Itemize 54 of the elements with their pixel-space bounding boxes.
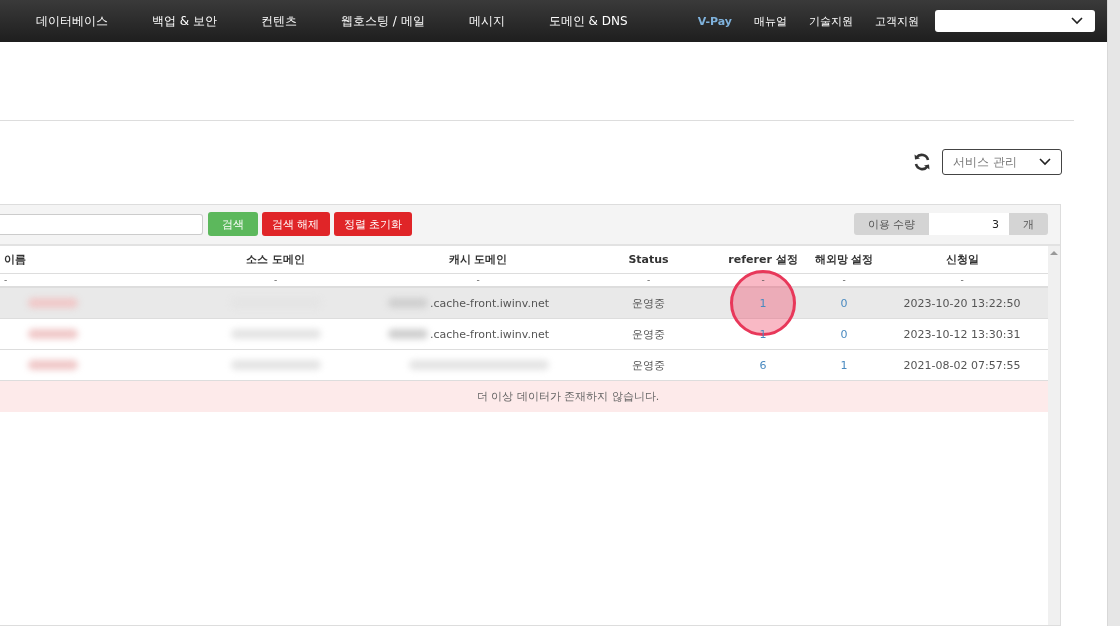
table-link[interactable]: 0 [840,327,848,341]
nav-menu-item[interactable]: 도메인 & DNS [548,12,628,30]
nav-menu-item[interactable]: 백업 & 보안 [152,12,217,30]
scrollbar[interactable] [1048,246,1060,625]
nav-link[interactable]: 기술지원 [809,13,853,29]
column-header[interactable]: 캐시 도메인 [373,252,583,267]
filter-cell-text: - [3,275,9,285]
toolbar-button[interactable]: 정렬 초기화 [333,212,412,236]
unit-label: 개 [1009,213,1048,235]
table-cell: .cache-front.iwinv.net [430,296,549,310]
filter-cell-text: - [475,275,481,285]
filter-cell-text: - [272,275,279,285]
blurred-text [388,329,428,339]
chevron-down-icon [1071,17,1083,25]
column-header[interactable]: referer 설정 [714,252,812,267]
column-header[interactable]: 소스 도메인 [178,252,373,267]
nav-link[interactable]: V-Pay [697,14,732,28]
service-dropdown[interactable]: 서비스 관리 [942,149,1062,175]
usage-count-field: 3 [929,213,1009,235]
column-header[interactable]: Status [583,253,714,266]
search-field[interactable] [0,213,203,235]
nav-menu-item[interactable]: 웹호스팅 / 메일 [341,12,425,30]
table-cell: 운영중 [632,326,665,342]
empty-message: 더 이상 데이터가 존재하지 않습니다. [476,389,660,404]
column-header[interactable]: 해외망 설정 [812,252,876,267]
filter-cell-text: - [760,275,766,285]
table-cell: 운영중 [632,357,665,373]
dropdown[interactable] [935,10,1095,32]
nav-menu-item[interactable]: 메시지 [468,12,505,30]
table-cell: .cache-front.iwinv.net [430,327,549,341]
table-cell: 2023-10-20 13:22:50 [903,296,1021,310]
filter-cell-text: - [841,275,847,285]
refresh-icon[interactable] [912,152,932,172]
filter-cell-text: - [959,275,965,285]
nav-menu-item[interactable]: 데이터베이스 [36,12,108,30]
usage-label: 이용 수량 [853,213,929,235]
blurred-text [28,298,78,308]
nav-menu-item[interactable]: 컨텐츠 [261,12,297,30]
column-header[interactable]: 이름 [0,252,178,267]
nav-link[interactable]: 고객지원 [875,13,919,29]
chevron-down-icon [1039,158,1051,166]
filter-cell-text: - [645,275,652,285]
table-cell: 2021-08-02 07:57:55 [903,358,1021,372]
scroll-up-icon[interactable] [1050,250,1058,256]
nav-link[interactable]: 매뉴얼 [754,13,787,29]
column-header[interactable]: 신청일 [876,252,1048,267]
toolbar-button[interactable]: 검색 해제 [262,212,330,236]
blurred-text [28,360,78,370]
table-link[interactable]: 6 [759,358,767,372]
page-scrollbar[interactable] [1107,0,1120,626]
table-link[interactable]: 1 [840,358,848,372]
table-cell: 2023-10-12 13:30:31 [903,327,1021,341]
blurred-text [28,329,78,339]
table-cell: 운영중 [632,295,665,311]
